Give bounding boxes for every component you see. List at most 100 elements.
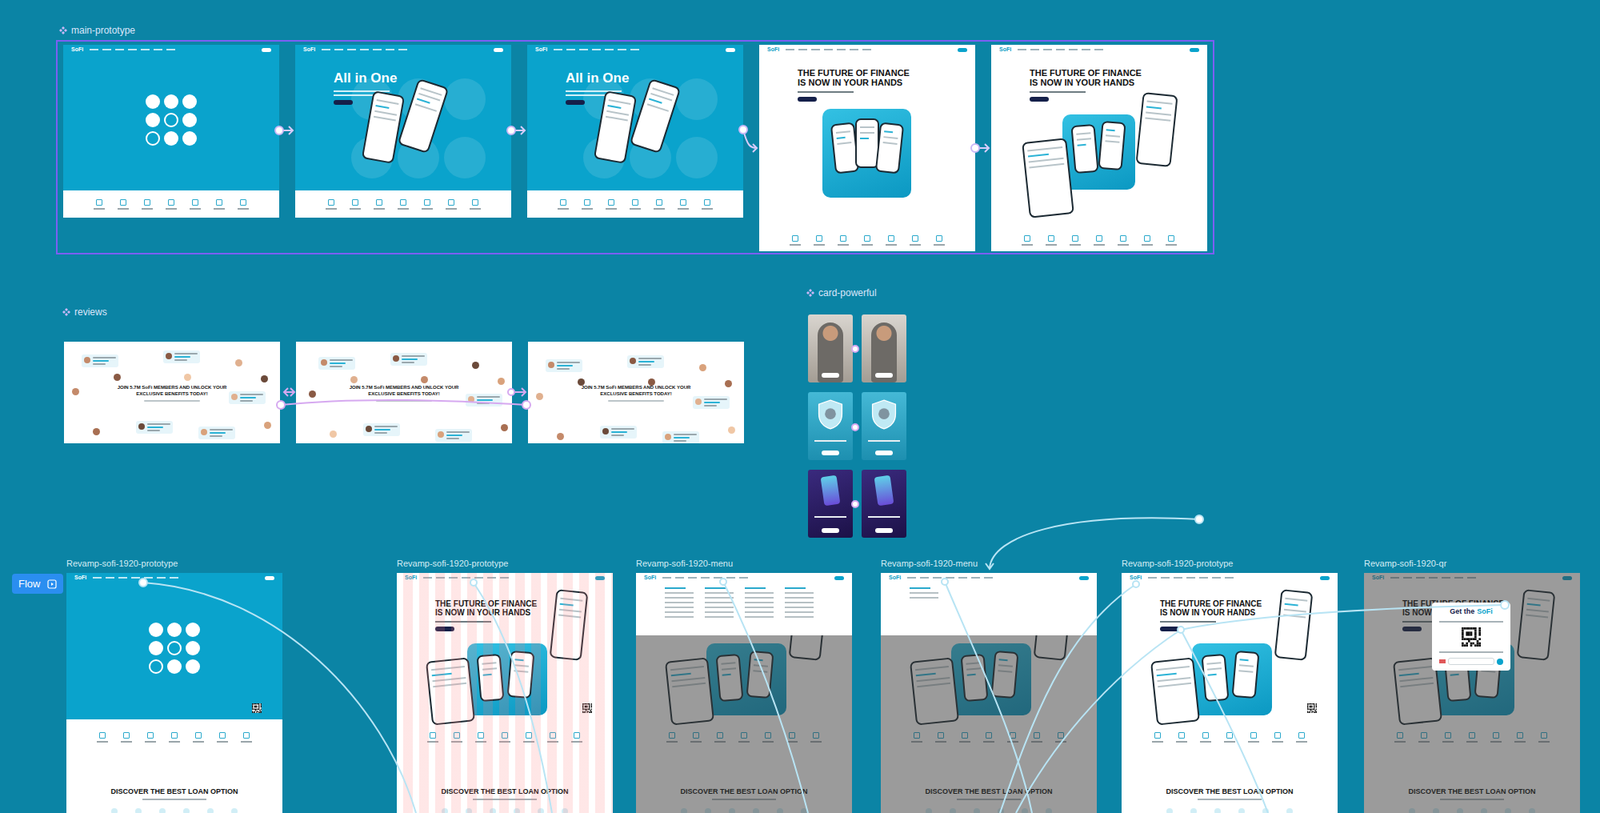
nav-link[interactable] [1199,576,1208,579]
nav-signup-button[interactable] [264,576,275,580]
screen-frame[interactable]: SoFiTHE FUTURE OF FINANCE IS NOW IN YOUR… [396,572,613,813]
menu-item[interactable] [784,611,814,613]
product-link[interactable] [421,199,433,210]
menu-item[interactable] [704,601,734,604]
nav-link[interactable] [105,576,115,579]
nav-link[interactable] [604,48,614,51]
review-frame[interactable]: JOIN 5.7M SoFi MEMBERS AND UNLOCK YOUR E… [64,341,280,444]
backdrop[interactable] [880,635,1097,813]
nav-link[interactable] [785,48,795,51]
card-button[interactable] [821,372,840,378]
sofi-logo[interactable]: SoFi [71,46,84,53]
nav-link[interactable] [617,48,627,51]
product-link[interactable] [117,199,129,210]
menu-item[interactable] [664,611,694,613]
product-link[interactable] [469,199,481,210]
menu-item[interactable] [784,601,814,604]
menu-item[interactable] [664,601,694,604]
card-button[interactable] [875,450,893,456]
nav-link[interactable] [92,576,102,579]
nav-link[interactable] [566,48,576,51]
nav-link[interactable] [102,48,112,51]
qr-code-icon[interactable] [1307,703,1317,713]
nav-link[interactable] [907,576,916,579]
nav-link[interactable] [385,48,395,51]
product-link[interactable] [1165,235,1177,246]
review-frame[interactable]: JOIN 5.7M SoFi MEMBERS AND UNLOCK YOUR E… [528,341,744,444]
product-link[interactable] [216,732,228,743]
card-button[interactable] [875,528,893,533]
nav-link[interactable] [862,48,872,51]
product-link[interactable] [813,235,825,246]
nav-link[interactable] [726,576,736,579]
powerful-card[interactable] [808,469,853,538]
nav-link[interactable] [630,48,640,51]
product-link[interactable] [445,199,457,210]
nav-link[interactable] [836,48,846,51]
product-link[interactable] [1296,732,1308,743]
product-link[interactable] [1045,235,1057,246]
screen-frame[interactable]: SoFiDISCOVER THE BEST LOAN OPTION [636,572,852,813]
nav-link[interactable] [1224,576,1234,579]
product-link[interactable] [701,199,713,210]
nav-link[interactable] [1043,48,1052,51]
menu-item[interactable] [784,606,814,608]
product-link[interactable] [1224,732,1236,743]
frame-label[interactable]: Revamp-sofi-1920-qr [1364,557,1447,569]
card-button[interactable] [821,450,840,456]
nav-link[interactable] [128,48,137,51]
nav-link[interactable] [1030,48,1040,51]
nav-link[interactable] [592,48,601,51]
flow-button[interactable]: Flow [12,573,64,594]
figma-canvas[interactable]: main-prototypereviewsJOIN 5.7M SoFi MEMB… [0,0,1600,813]
nav-signup-button[interactable] [1079,576,1089,580]
menu-item[interactable] [909,596,939,599]
nav-link[interactable] [1056,48,1065,51]
cta-button[interactable] [565,100,585,105]
nav-link[interactable] [945,576,955,579]
product-link[interactable] [837,235,849,246]
component-label[interactable]: main-prototype [59,24,136,37]
powerful-card[interactable] [861,314,907,383]
card-button[interactable] [875,372,893,378]
nav-link[interactable] [958,576,968,579]
powerful-card[interactable] [808,314,853,383]
nav-link[interactable] [1148,576,1157,579]
nav-link[interactable] [739,576,748,579]
nav-link[interactable] [144,576,153,579]
nav-signup-button[interactable] [834,576,844,580]
nav-link[interactable] [1081,48,1091,51]
sofi-logo[interactable]: SoFi [535,46,548,53]
menu-item[interactable] [704,592,734,594]
nav-link[interactable] [971,576,980,579]
sofi-logo[interactable]: SoFi [888,574,901,581]
nav-link[interactable] [115,48,124,51]
nav-link[interactable] [662,576,672,579]
product-link[interactable] [1093,235,1105,246]
nav-signup-button[interactable] [1320,576,1330,580]
menu-item[interactable] [909,592,939,594]
product-link[interactable] [581,199,593,210]
nav-link[interactable] [321,48,331,51]
nav-link[interactable] [1094,48,1104,51]
nav-link[interactable] [334,48,344,51]
screen-frame[interactable]: SoFiTHE FUTURE OF FINANCE IS NOW IN YOUR… [1121,572,1338,813]
nav-link[interactable] [713,576,723,579]
product-link[interactable] [1152,732,1164,743]
menu-item[interactable] [744,596,774,599]
screen-frame[interactable]: SoFiTHE FUTURE OF FINANCE IS NOW IN YOUR… [991,44,1208,252]
nav-link[interactable] [166,48,176,51]
product-link[interactable] [909,235,921,246]
product-link[interactable] [1069,235,1081,246]
product-link[interactable] [1248,732,1260,743]
product-link[interactable] [861,235,873,246]
sofi-logo[interactable]: SoFi [767,46,780,53]
cta-button[interactable] [797,96,817,102]
product-link[interactable] [1141,235,1153,246]
product-link[interactable] [349,199,361,210]
menu-item[interactable] [664,592,694,594]
nav-link[interactable] [1173,576,1183,579]
component-label[interactable]: card-powerful [806,286,877,300]
menu-item[interactable] [744,592,774,594]
menu-item[interactable] [704,616,734,618]
